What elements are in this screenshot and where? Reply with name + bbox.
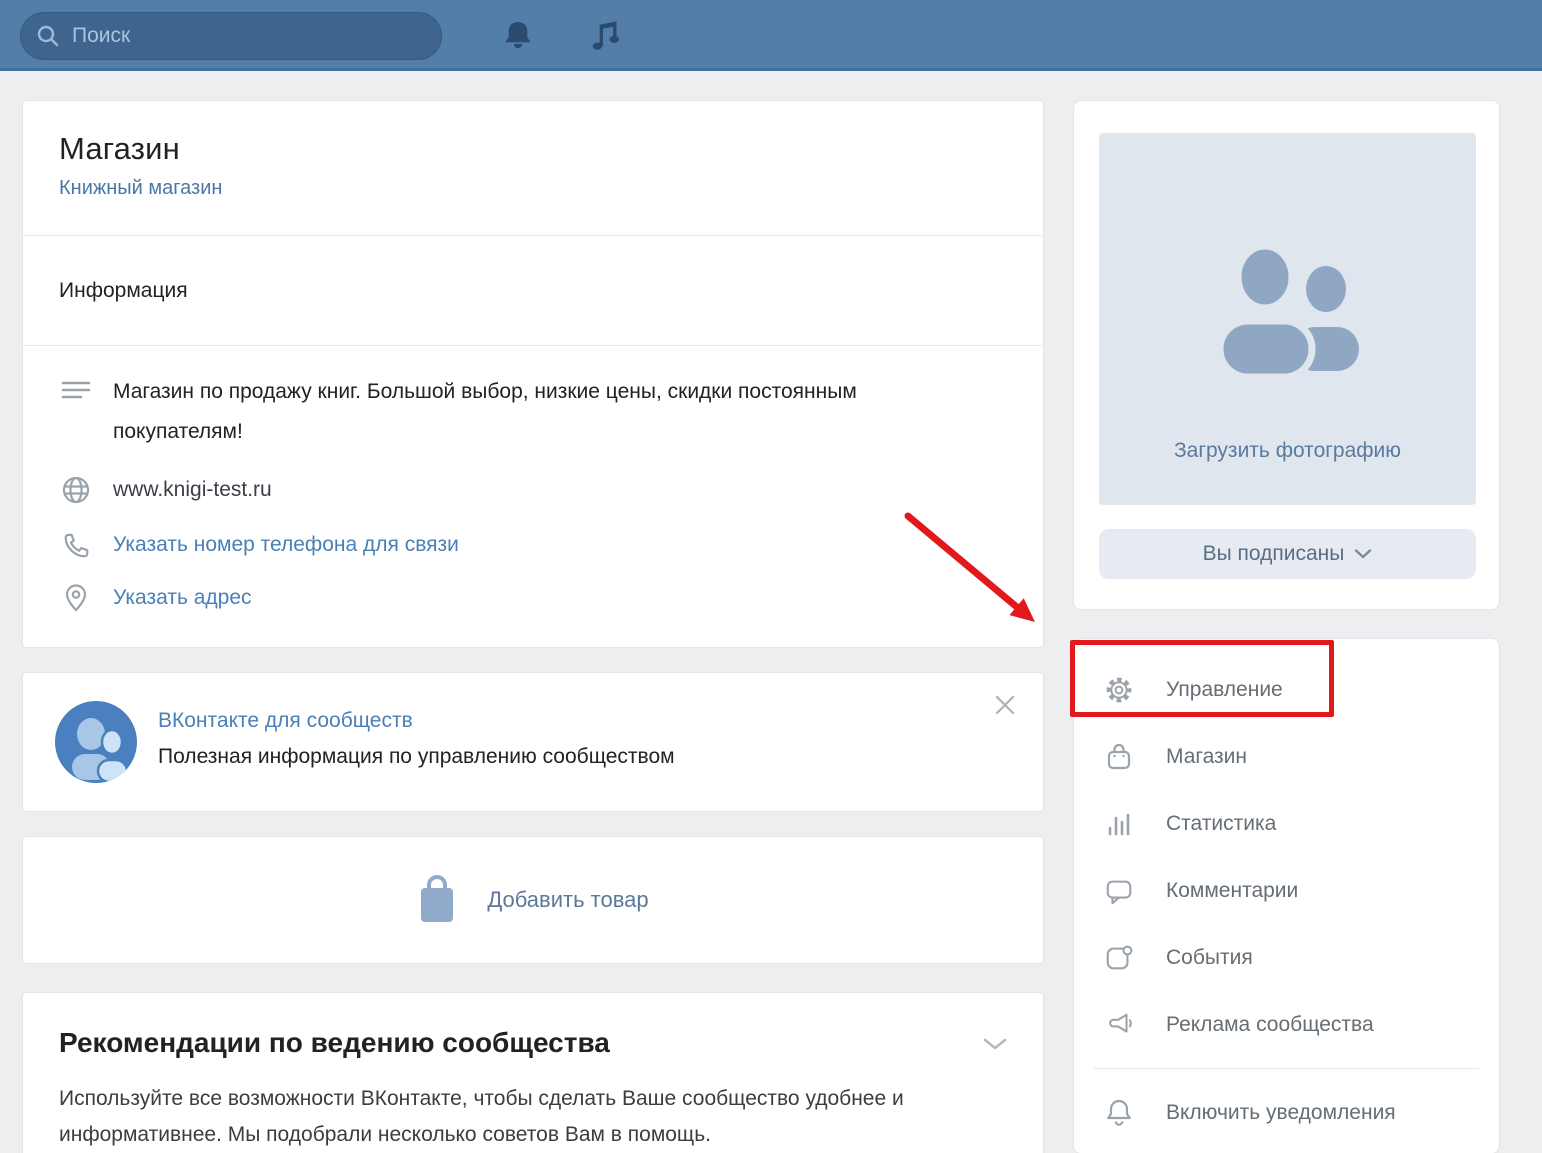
menu-item-label: Комментарии (1166, 879, 1298, 903)
description-row: Магазин по продажу книг. Большой выбор, … (59, 372, 1007, 452)
globe-icon (59, 474, 93, 506)
megaphone-icon (1104, 1010, 1134, 1040)
menu-item-comments[interactable]: Комментарии (1074, 857, 1499, 924)
recommendations-card: Рекомендации по ведению сообщества Испол… (22, 992, 1044, 1153)
website-link[interactable]: www.knigi-test.ru (113, 478, 272, 502)
menu-item-label: Включить уведомления (1166, 1101, 1396, 1125)
page-title: Магазин (59, 131, 1007, 167)
two-people-icon (1193, 237, 1383, 402)
subscribed-button[interactable]: Вы подписаны (1099, 529, 1476, 579)
promo-title-link[interactable]: ВКонтакте для сообществ (158, 709, 413, 733)
promo-subtitle: Полезная информация по управлению сообще… (158, 745, 675, 769)
menu-item-label: Реклама сообщества (1166, 1013, 1374, 1037)
close-icon[interactable] (993, 693, 1017, 722)
search-input[interactable] (72, 24, 392, 48)
address-row: Указать адрес (59, 582, 1007, 614)
shopping-bag-filled-icon (417, 874, 457, 926)
notifications-bell-icon[interactable] (500, 18, 536, 54)
chevron-down-icon (1354, 548, 1372, 560)
menu-item-label: Магазин (1166, 745, 1247, 769)
top-navigation-bar (0, 0, 1542, 71)
comment-bubble-icon (1104, 875, 1134, 907)
music-icon[interactable] (585, 18, 621, 54)
phone-icon (59, 530, 93, 560)
menu-divider (1094, 1068, 1479, 1069)
search-box[interactable] (20, 12, 442, 60)
search-icon (36, 24, 60, 48)
bell-outline-icon (1104, 1097, 1134, 1129)
community-header: Магазин Книжный магазин (23, 101, 1043, 236)
add-product-button[interactable]: Добавить товар (22, 836, 1044, 964)
menu-item-label: События (1166, 946, 1253, 970)
gear-icon (1104, 674, 1134, 706)
bar-chart-icon (1104, 809, 1134, 839)
community-category: Книжный магазин (59, 177, 1007, 200)
phone-row: Указать номер телефона для связи (59, 530, 1007, 560)
recommendations-body: Используйте все возможности ВКонтакте, ч… (59, 1081, 1007, 1153)
chevron-down-icon[interactable] (981, 1035, 1009, 1058)
vk-community-page: Магазин Книжный магазин Информация Магаз… (0, 0, 1542, 1153)
event-icon (1104, 942, 1134, 974)
upload-photo-label[interactable]: Загрузить фотографию (1099, 439, 1476, 463)
subscribed-button-label: Вы подписаны (1203, 542, 1345, 566)
vk-for-communities-card: ВКонтакте для сообществ Полезная информа… (22, 672, 1044, 812)
website-row: www.knigi-test.ru (59, 474, 1007, 506)
text-lines-icon (59, 375, 93, 405)
info-section-body: Магазин по продажу книг. Большой выбор, … (23, 346, 1043, 614)
add-product-label: Добавить товар (487, 887, 648, 913)
community-people-icon[interactable] (55, 701, 137, 783)
recommendations-title: Рекомендации по ведению сообщества (59, 1027, 1007, 1059)
menu-item-statistics[interactable]: Статистика (1074, 790, 1499, 857)
menu-item-manage[interactable]: Управление (1074, 656, 1499, 723)
community-admin-menu: Управление Магазин (1073, 638, 1500, 1153)
community-description: Магазин по продажу книг. Большой выбор, … (113, 372, 933, 452)
add-address-link[interactable]: Указать адрес (113, 586, 252, 610)
menu-item-label: Управление (1166, 678, 1283, 702)
menu-item-events[interactable]: События (1074, 924, 1499, 991)
location-pin-icon (59, 582, 93, 614)
add-phone-link[interactable]: Указать номер телефона для связи (113, 533, 459, 557)
menu-item-ads[interactable]: Реклама сообщества (1074, 991, 1499, 1058)
menu-item-notifications[interactable]: Включить уведомления (1074, 1079, 1499, 1146)
menu-item-market[interactable]: Магазин (1074, 723, 1499, 790)
community-photo-card: Загрузить фотографию Вы подписаны (1073, 100, 1500, 610)
info-section-header: Информация (23, 236, 1043, 346)
shopping-bag-icon (1104, 741, 1134, 773)
community-info-card: Магазин Книжный магазин Информация Магаз… (22, 100, 1044, 648)
menu-item-label: Статистика (1166, 812, 1276, 836)
upload-photo-area[interactable]: Загрузить фотографию (1099, 133, 1476, 505)
